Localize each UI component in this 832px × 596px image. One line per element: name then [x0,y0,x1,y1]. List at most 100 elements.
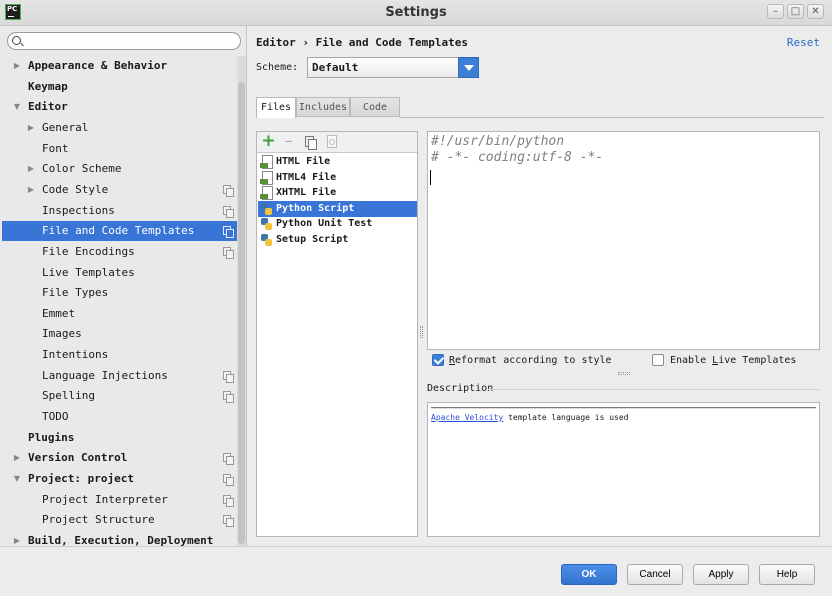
cancel-button[interactable]: Cancel [627,564,683,585]
tab-code[interactable]: Code [350,97,400,117]
project-scope-icon [223,494,234,507]
reformat-checkbox[interactable] [432,354,444,366]
minimize-icon[interactable]: – [767,4,784,19]
sidebar-item-file-and-code-templates[interactable]: File and Code Templates [2,221,237,242]
tab-files[interactable]: Files [256,97,296,118]
project-scope-icon [223,391,234,404]
sidebar-item-label: Plugins [28,430,75,444]
project-scope-icon [223,453,234,466]
sidebar-item-emmet[interactable]: Emmet [2,304,237,324]
dropdown-arrow-icon[interactable] [458,57,479,78]
sidebar-item-label: Live Templates [42,265,135,279]
python-file-icon [260,202,272,216]
search-field[interactable] [7,32,241,50]
sidebar-item-live-templates[interactable]: Live Templates [2,263,237,283]
search-input[interactable] [26,34,236,48]
html-file-icon [260,155,273,169]
description-label: Description [427,383,494,394]
settings-sidebar: ▶ Appearance & Behavior Keymap ▼ Editor ▶ Gene… [0,26,247,546]
sidebar-item-project-interpreter[interactable]: Project Interpreter [2,490,237,510]
live-templates-checkbox[interactable] [652,354,664,366]
project-scope-icon [223,246,234,259]
template-item-python-unit-test[interactable]: Python Unit Test [258,216,417,232]
tab-includes[interactable]: Includes [296,97,350,117]
template-label: Setup Script [276,233,349,245]
sidebar-item-todo[interactable]: TODO [2,407,237,427]
description-text: Apache Velocity template language is use… [431,413,629,422]
maximize-icon[interactable]: □ [787,4,804,19]
template-list: + – HTML File HTML4 File XHTML File Python … [256,131,418,537]
sidebar-item-version-control[interactable]: ▶ Version Control [2,448,237,468]
sidebar-item-color-scheme[interactable]: ▶ Color Scheme [2,159,237,179]
sidebar-item-general[interactable]: ▶ General [2,118,237,138]
sidebar-item-language-injections[interactable]: Language Injections [2,366,237,386]
close-icon[interactable]: ✕ [807,4,824,19]
breadcrumb-parent: Editor [256,36,296,49]
collapsed-arrow-icon[interactable]: ▶ [26,118,36,138]
remove-template-icon[interactable]: – [281,133,296,149]
sidebar-item-label: Project Structure [42,513,155,527]
apache-velocity-link[interactable]: Apache Velocity [431,413,503,422]
sidebar-item-label: Intentions [42,348,109,362]
template-label: XHTML File [276,187,337,198]
reset-link[interactable]: Reset [787,36,820,49]
collapsed-arrow-icon[interactable]: ▶ [12,448,22,468]
sidebar-item-intentions[interactable]: Intentions [2,345,237,365]
sidebar-item-inspections[interactable]: Inspections [2,201,237,221]
template-editor[interactable]: #!/usr/bin/python # -*- coding:utf-8 -*- [427,131,820,350]
horizontal-splitter[interactable] [618,372,630,375]
template-toolbar: + – [257,132,417,153]
scrollbar-thumb[interactable] [238,82,245,544]
html-file-icon [260,186,273,200]
ok-button[interactable]: OK [561,564,617,585]
expanded-arrow-icon[interactable]: ▼ [12,97,22,117]
sidebar-item-label: Inspections [42,203,115,217]
live-templates-label[interactable]: Enable Live Templates [670,355,796,366]
search-icon [12,36,21,45]
sidebar-item-build-execution-deployment[interactable]: ▶ Build, Execution, Deployment [2,531,237,546]
add-template-icon[interactable]: + [261,133,276,150]
sidebar-item-spelling[interactable]: Spelling [2,386,237,406]
template-item-python-script[interactable]: Python Script [258,200,417,217]
reformat-label[interactable]: Reformat according to style [449,355,612,366]
python-file-icon [260,233,272,247]
template-item-html4-file[interactable]: HTML4 File [258,170,417,186]
collapsed-arrow-icon[interactable]: ▶ [12,56,22,76]
copy-template-icon[interactable] [302,134,317,150]
sidebar-item-keymap[interactable]: Keymap [2,77,237,97]
sidebar-item-file-types[interactable]: File Types [2,283,237,303]
vertical-splitter[interactable] [420,326,423,338]
collapsed-arrow-icon[interactable]: ▶ [26,180,36,200]
sidebar-item-images[interactable]: Images [2,324,237,344]
project-scope-icon [223,205,234,218]
sidebar-item-label: Images [42,327,82,341]
window-title: Settings [385,5,447,20]
apply-button[interactable]: Apply [693,564,749,585]
template-label: HTML File [276,156,331,167]
tab-divider [400,117,824,118]
sidebar-item-project-project[interactable]: ▼ Project: project [2,469,237,489]
help-button[interactable]: Help [759,564,815,585]
sidebar-item-editor[interactable]: ▼ Editor [2,97,237,117]
scheme-dropdown[interactable]: Default [307,57,479,78]
sidebar-item-plugins[interactable]: Plugins [2,428,237,448]
collapsed-arrow-icon[interactable]: ▶ [26,159,36,179]
template-item-html-file[interactable]: HTML File [258,154,417,170]
template-item-xhtml-file[interactable]: XHTML File [258,185,417,201]
breadcrumb-separator: › [302,36,309,49]
collapsed-arrow-icon[interactable]: ▶ [12,531,22,546]
dialog-buttons: OK Cancel Apply Help [0,546,832,596]
sidebar-item-code-style[interactable]: ▶ Code Style [2,180,237,200]
reset-template-icon[interactable] [324,134,339,149]
sidebar-item-appearance-behavior[interactable]: ▶ Appearance & Behavior [2,56,237,76]
sidebar-scrollbar[interactable] [237,56,246,546]
code-line: #!/usr/bin/python [431,134,565,149]
sidebar-item-label: Project Interpreter [42,492,168,506]
sidebar-item-label: Spelling [42,389,95,403]
sidebar-item-file-encodings[interactable]: File Encodings [2,242,237,262]
sidebar-item-project-structure[interactable]: Project Structure [2,510,237,530]
expanded-arrow-icon[interactable]: ▼ [12,469,22,489]
template-item-setup-script[interactable]: Setup Script [258,232,417,248]
sidebar-item-font[interactable]: Font [2,139,237,159]
description-panel: Apache Velocity template language is use… [427,402,820,537]
